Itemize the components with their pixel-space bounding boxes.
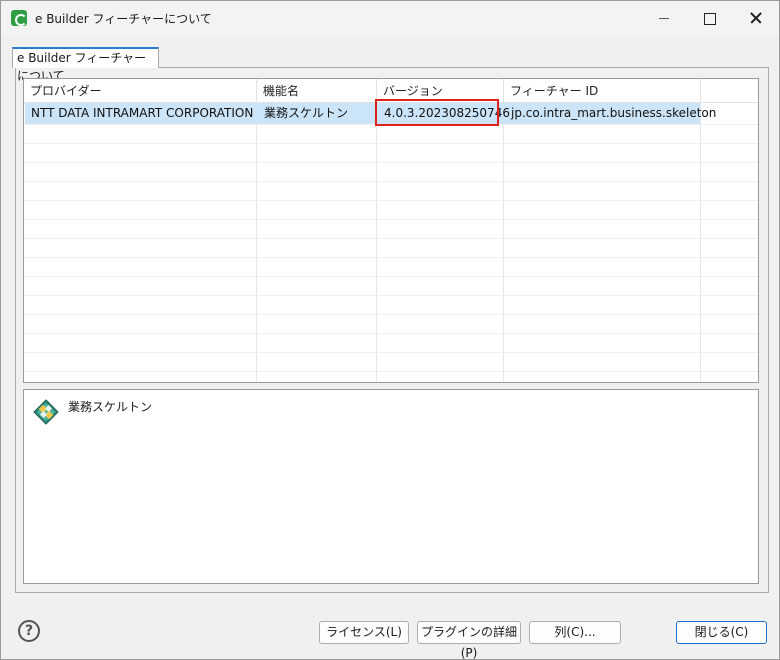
- column-header-name[interactable]: 機能名: [257, 79, 377, 103]
- row-divider: [24, 333, 758, 334]
- maximize-button[interactable]: [687, 1, 733, 35]
- row-divider: [24, 276, 758, 277]
- row-divider: [24, 143, 758, 144]
- row-divider: [24, 181, 758, 182]
- row-divider: [24, 295, 758, 296]
- app-icon: [11, 10, 27, 26]
- row-divider: [24, 257, 758, 258]
- about-features-dialog: e Builder フィーチャーについて e Builder フィーチャーについ…: [0, 0, 780, 660]
- license-button[interactable]: ライセンス(L): [319, 621, 409, 644]
- cell-provider: NTT DATA INTRAMART CORPORATION: [31, 106, 254, 120]
- title-bar: e Builder フィーチャーについて: [1, 1, 779, 35]
- row-divider: [24, 238, 758, 239]
- columns-button[interactable]: 列(C)...: [529, 621, 621, 644]
- row-divider: [24, 200, 758, 201]
- plugin-details-button[interactable]: プラグインの詳細(P): [417, 621, 521, 660]
- column-header-provider[interactable]: プロバイダー: [24, 79, 257, 103]
- close-window-button[interactable]: [733, 1, 779, 35]
- row-divider: [24, 162, 758, 163]
- column-header-feature-id[interactable]: フィーチャー ID: [504, 79, 701, 103]
- row-divider: [24, 352, 758, 353]
- cell-feature-id: jp.co.intra_mart.business.skeleton: [511, 106, 717, 120]
- feature-description-title: 業務スケルトン: [68, 400, 153, 414]
- minimize-button[interactable]: [641, 1, 687, 35]
- window-title: e Builder フィーチャーについて: [35, 12, 212, 26]
- cell-name: 業務スケルトン: [264, 106, 349, 120]
- version-highlight-box: [375, 99, 499, 126]
- row-divider: [24, 314, 758, 315]
- feature-description-area: 業務スケルトン: [23, 389, 759, 584]
- tab-about-features[interactable]: e Builder フィーチャーについて: [12, 47, 159, 83]
- puzzle-icon: [33, 399, 59, 425]
- help-icon[interactable]: ?: [18, 620, 40, 642]
- close-button[interactable]: 閉じる(C): [676, 621, 767, 644]
- row-divider: [24, 219, 758, 220]
- row-divider: [24, 371, 758, 372]
